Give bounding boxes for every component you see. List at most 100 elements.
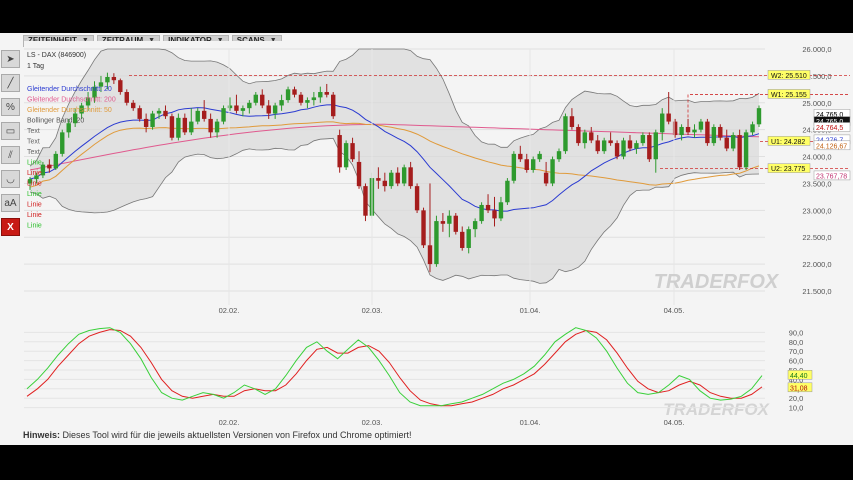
candle-body: [614, 143, 620, 157]
candle-body: [505, 180, 510, 203]
candle-body: [737, 135, 742, 168]
price-tick-label: 23.500,0: [802, 179, 831, 188]
candle-body: [182, 117, 188, 133]
candle-body: [466, 229, 471, 248]
candle-body: [576, 126, 581, 144]
candle-body: [337, 135, 342, 168]
candle-body: [660, 113, 665, 133]
legend-entry: Gleitender Durchschnitt: 50: [27, 107, 112, 114]
candle-body: [705, 121, 710, 144]
candle-body: [66, 123, 71, 133]
price-tick-label: 23.000,0: [802, 206, 831, 215]
legend-entry: Gleitender Durchschnitt: 200: [27, 97, 116, 104]
candle-body: [518, 153, 523, 160]
candle-body: [563, 116, 568, 152]
candle-body: [537, 153, 542, 160]
candle-body: [524, 159, 529, 170]
candle-body: [292, 89, 297, 95]
candle-body: [356, 161, 362, 187]
candle-body: [679, 126, 684, 136]
candle-body: [189, 121, 194, 133]
candle-body: [111, 76, 117, 81]
candle-body: [156, 110, 162, 114]
candle-body: [472, 221, 478, 230]
candle-body: [285, 89, 291, 101]
candle-body: [260, 94, 265, 106]
candle-body: [221, 108, 226, 122]
candle-body: [647, 135, 652, 160]
legend-entry: Linie: [27, 223, 42, 230]
price-tick-label: 22.500,0: [802, 233, 831, 242]
candle-body: [543, 172, 549, 184]
candle-body: [498, 202, 504, 219]
candle-body: [150, 113, 155, 127]
osc-tick-label: 20,0: [789, 394, 804, 403]
candle-body: [718, 126, 723, 138]
candle-body: [556, 151, 562, 160]
candle-body: [363, 186, 368, 216]
candle-body: [698, 121, 704, 130]
candle-body: [730, 135, 736, 149]
candle-body: [492, 210, 497, 219]
current-value-label: 23.767,78: [816, 173, 847, 180]
level-label: U2: 23.775: [771, 166, 805, 173]
candle-body: [479, 204, 484, 222]
candle-body: [324, 92, 329, 95]
date-label-osc: 02.03.: [362, 418, 383, 427]
candle-body: [343, 143, 349, 168]
price-tick-label: 26.000,0: [802, 45, 831, 54]
chart-canvas[interactable]: 26.000,025.500,025.000,024.500,024.000,0…: [0, 33, 853, 445]
candle-body: [692, 129, 697, 133]
legend-entry: Linie: [27, 170, 42, 177]
candle-body: [511, 153, 517, 181]
candle-body: [266, 105, 271, 114]
candle-body: [208, 118, 213, 133]
osc-value-label: 31,08: [790, 385, 808, 392]
candle-body: [743, 132, 749, 168]
date-label-price: 01.04.: [520, 306, 541, 315]
candle-body: [485, 204, 491, 211]
osc-tick-label: 70,0: [789, 347, 804, 356]
legend-entry: Linie: [27, 160, 42, 167]
candle-body: [427, 245, 433, 265]
candle-body: [350, 143, 355, 160]
candle-body: [227, 105, 233, 109]
candle-body: [318, 92, 323, 98]
price-tick-label: 24.000,0: [802, 153, 831, 162]
candle-body: [453, 215, 458, 232]
hint-text: Dieses Tool wird für die jeweils aktuell…: [60, 430, 412, 440]
candle-body: [589, 132, 594, 141]
candle-body: [401, 167, 407, 184]
hint-label: Hinweis:: [23, 430, 61, 440]
candle-body: [47, 164, 52, 169]
osc-tick-label: 60,0: [789, 357, 804, 366]
candle-body: [685, 126, 691, 133]
legend-entry: Bollinger Band: 20: [27, 118, 84, 125]
candle-body: [550, 159, 555, 184]
browser-hint: Hinweis: Dieses Tool wird für die jeweil…: [23, 430, 412, 440]
candle-body: [608, 140, 613, 144]
candle-body: [53, 153, 59, 169]
candle-body: [711, 126, 717, 144]
candle-body: [447, 215, 452, 224]
osc-tick-label: 90,0: [789, 328, 804, 337]
candle-body: [756, 108, 762, 125]
candle-body: [143, 118, 149, 127]
date-label-price: 02.03.: [362, 306, 383, 315]
candle-body: [395, 172, 400, 184]
level-label: W1: 25.155: [771, 92, 807, 99]
date-label-price: 02.02.: [219, 306, 240, 315]
osc-value-label: 44,40: [790, 373, 808, 380]
candle-body: [124, 92, 129, 103]
candle-body: [460, 231, 465, 248]
legend-entry: Gleitender Durchschnitt: 20: [27, 86, 112, 93]
candle-body: [305, 100, 310, 103]
trading-chart-app: ZEITEINHEIT ▼ ZEITRAUM ▼ INDIKATOR ▼ SCANS ▼ ➤ ╱…: [0, 33, 853, 445]
candle-body: [666, 113, 671, 122]
candle-body: [595, 140, 600, 152]
candle-body: [531, 159, 536, 170]
candle-body: [376, 178, 381, 181]
legend-entry: Text: [27, 128, 40, 135]
candle-body: [247, 102, 252, 109]
osc-tick-label: 10,0: [789, 404, 804, 413]
